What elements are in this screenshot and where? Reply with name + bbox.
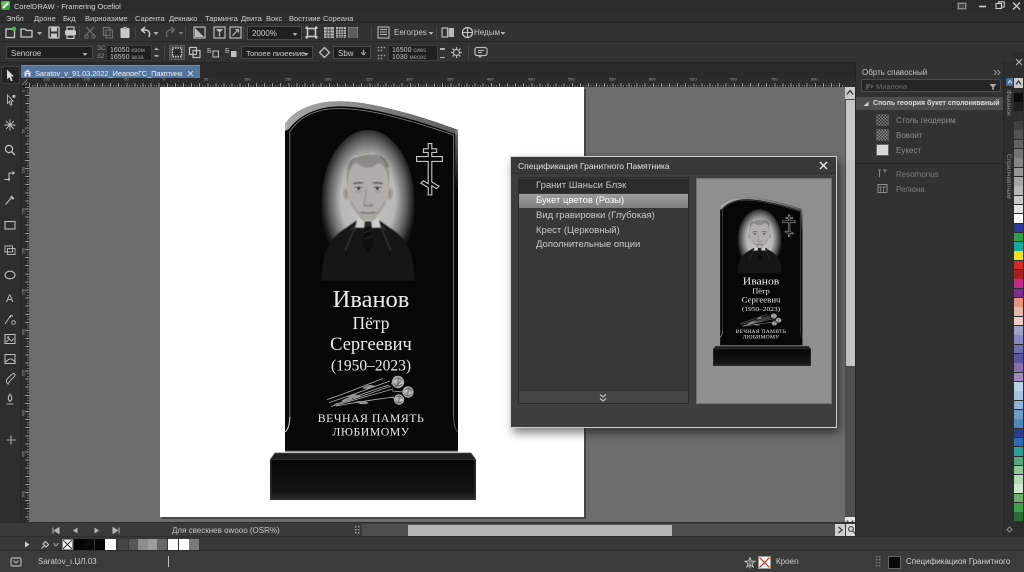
svg-text:A: A [6, 293, 14, 304]
svg-text:Б: Б [225, 48, 230, 55]
svg-text:Б: Б [207, 48, 212, 55]
